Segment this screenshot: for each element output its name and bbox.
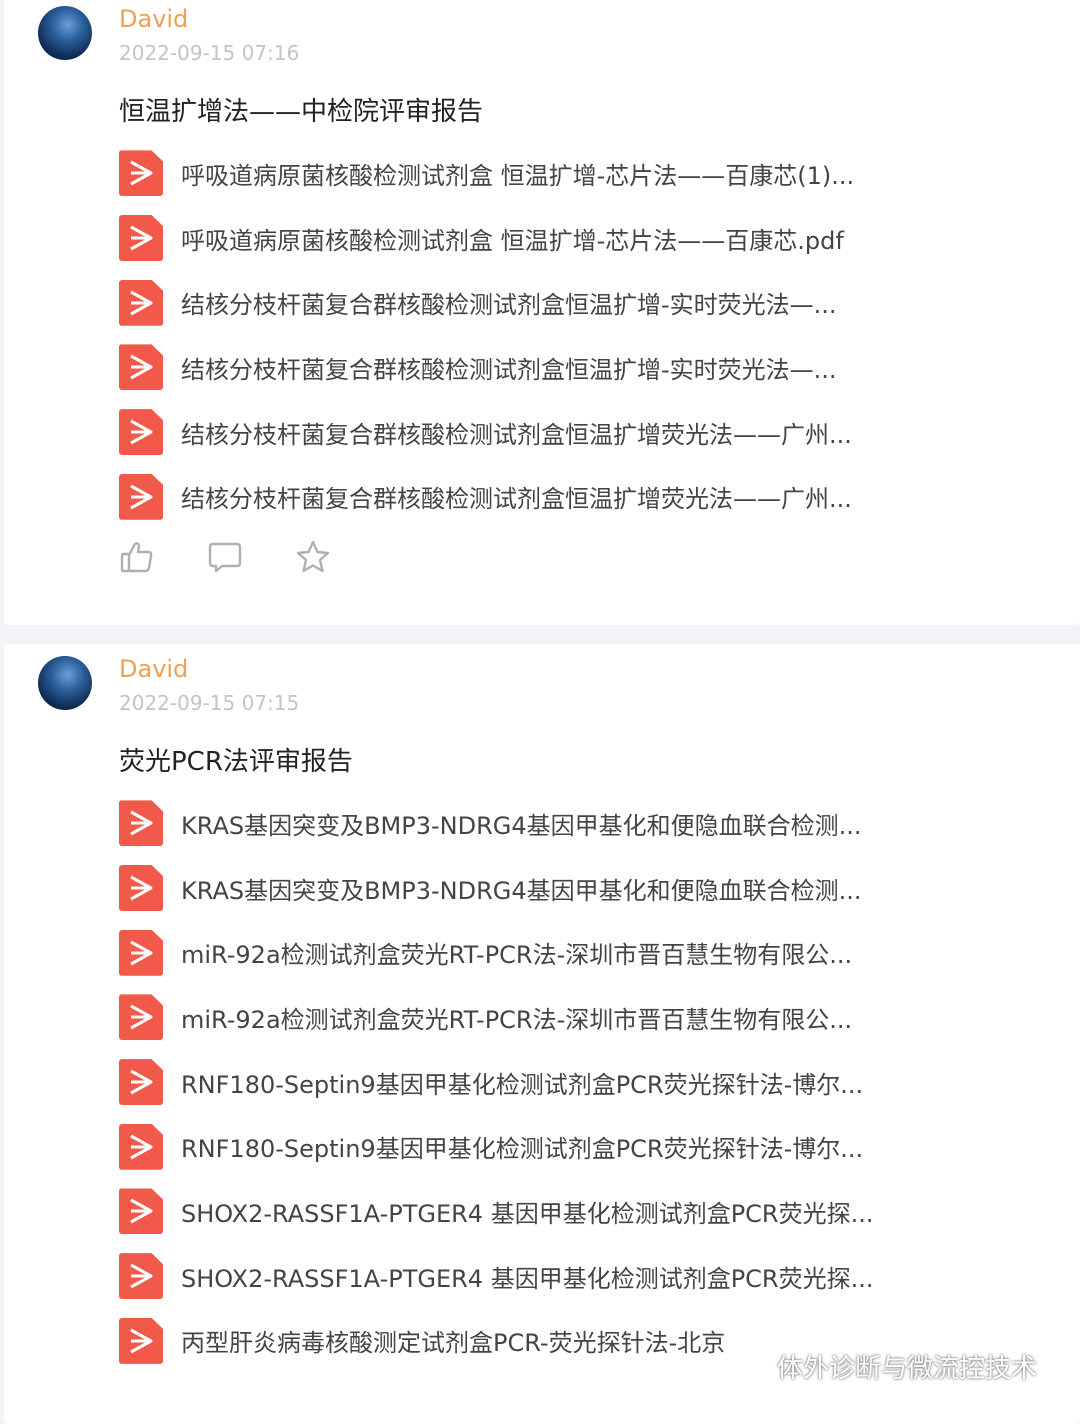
file-item[interactable]: 结核分枝杆菌复合群核酸检测试剂盒恒温扩增荧光法——广州... bbox=[119, 464, 1019, 529]
author-name[interactable]: David bbox=[119, 5, 188, 33]
watermark-text: 体外诊断与微流控技术 bbox=[777, 1354, 1038, 1384]
file-name: 结核分枝杆菌复合群核酸检测试剂盒恒温扩增-实时荧光法—... bbox=[181, 355, 837, 384]
post-card: David 2022-09-15 07:15 荧光PCR法评审报告 KRAS基因… bbox=[4, 644, 1080, 1424]
file-name: 结核分枝杆菌复合群核酸检测试剂盒恒温扩增荧光法——广州... bbox=[181, 420, 852, 449]
pdf-icon bbox=[119, 215, 163, 262]
file-item[interactable]: RNF180-Septin9基因甲基化检测试剂盒PCR荧光探针法-博尔... bbox=[119, 1050, 1019, 1115]
file-name: miR-92a检测试剂盒荧光RT-PCR法-深圳市晋百慧生物有限公... bbox=[181, 941, 853, 970]
file-name: SHOX2-RASSF1A-PTGER4 基因甲基化检测试剂盒PCR荧光探... bbox=[181, 1199, 874, 1228]
pdf-icon bbox=[119, 865, 163, 912]
pdf-icon bbox=[119, 1059, 163, 1106]
file-list: KRAS基因突变及BMP3-NDRG4基因甲基化和便隐血联合检测... KRAS… bbox=[119, 791, 1019, 1373]
file-name: RNF180-Septin9基因甲基化检测试剂盒PCR荧光探针法-博尔... bbox=[181, 1135, 864, 1164]
file-name: miR-92a检测试剂盒荧光RT-PCR法-深圳市晋百慧生物有限公... bbox=[181, 1005, 853, 1034]
watermark: 体外诊断与微流控技术 bbox=[735, 1348, 1037, 1385]
file-item[interactable]: SHOX2-RASSF1A-PTGER4 基因甲基化检测试剂盒PCR荧光探... bbox=[119, 1179, 1019, 1244]
file-item[interactable]: SHOX2-RASSF1A-PTGER4 基因甲基化检测试剂盒PCR荧光探... bbox=[119, 1244, 1019, 1309]
file-name: 呼吸道病原菌核酸检测试剂盒 恒温扩增-芯片法——百康芯(1)... bbox=[181, 161, 855, 190]
pdf-icon bbox=[119, 800, 163, 847]
post-title: 恒温扩增法——中检院评审报告 bbox=[119, 97, 484, 127]
file-item[interactable]: miR-92a检测试剂盒荧光RT-PCR法-深圳市晋百慧生物有限公... bbox=[119, 985, 1019, 1050]
file-item[interactable]: 呼吸道病原菌核酸检测试剂盒 恒温扩增-芯片法——百康芯.pdf bbox=[119, 206, 1019, 271]
file-name: KRAS基因突变及BMP3-NDRG4基因甲基化和便隐血联合检测... bbox=[181, 811, 862, 840]
file-item[interactable]: RNF180-Septin9基因甲基化检测试剂盒PCR荧光探针法-博尔... bbox=[119, 1114, 1019, 1179]
file-item[interactable]: KRAS基因突变及BMP3-NDRG4基因甲基化和便隐血联合检测... bbox=[119, 791, 1019, 856]
pdf-icon bbox=[119, 929, 163, 976]
pdf-icon bbox=[119, 1253, 163, 1300]
file-item[interactable]: miR-92a检测试剂盒荧光RT-PCR法-深圳市晋百慧生物有限公... bbox=[119, 920, 1019, 985]
file-name: SHOX2-RASSF1A-PTGER4 基因甲基化检测试剂盒PCR荧光探... bbox=[181, 1264, 874, 1293]
comment-icon[interactable] bbox=[207, 539, 243, 575]
pdf-icon bbox=[119, 1123, 163, 1170]
pdf-icon bbox=[119, 1317, 163, 1364]
pdf-icon bbox=[119, 409, 163, 456]
avatar[interactable] bbox=[38, 656, 92, 710]
post-time: 2022-09-15 07:16 bbox=[119, 41, 300, 65]
author-name[interactable]: David bbox=[119, 655, 188, 683]
pdf-icon bbox=[119, 150, 163, 197]
star-icon[interactable] bbox=[295, 539, 331, 575]
pdf-icon bbox=[119, 1188, 163, 1235]
wechat-icon bbox=[736, 1353, 770, 1379]
file-name: 丙型肝炎病毒核酸测定试剂盒PCR-荧光探针法-北京 bbox=[181, 1329, 726, 1358]
pdf-icon bbox=[119, 344, 163, 391]
post-actions bbox=[119, 539, 383, 575]
file-item[interactable]: KRAS基因突变及BMP3-NDRG4基因甲基化和便隐血联合检测... bbox=[119, 856, 1019, 921]
file-item[interactable]: 结核分枝杆菌复合群核酸检测试剂盒恒温扩增-实时荧光法—... bbox=[119, 270, 1019, 335]
pdf-icon bbox=[119, 473, 163, 520]
file-name: 呼吸道病原菌核酸检测试剂盒 恒温扩增-芯片法——百康芯.pdf bbox=[181, 226, 844, 255]
post-card: David 2022-09-15 07:16 恒温扩增法——中检院评审报告 呼吸… bbox=[4, 0, 1080, 625]
like-icon[interactable] bbox=[119, 539, 155, 575]
file-item[interactable]: 结核分枝杆菌复合群核酸检测试剂盒恒温扩增荧光法——广州... bbox=[119, 400, 1019, 465]
pdf-icon bbox=[119, 279, 163, 326]
post-title: 荧光PCR法评审报告 bbox=[119, 747, 353, 777]
file-list: 呼吸道病原菌核酸检测试剂盒 恒温扩增-芯片法——百康芯(1)... 呼吸道病原菌… bbox=[119, 141, 1019, 529]
file-item[interactable]: 呼吸道病原菌核酸检测试剂盒 恒温扩增-芯片法——百康芯(1)... bbox=[119, 141, 1019, 206]
file-item[interactable]: 结核分枝杆菌复合群核酸检测试剂盒恒温扩增-实时荧光法—... bbox=[119, 335, 1019, 400]
file-name: 结核分枝杆菌复合群核酸检测试剂盒恒温扩增-实时荧光法—... bbox=[181, 291, 837, 320]
avatar[interactable] bbox=[38, 6, 92, 60]
pdf-icon bbox=[119, 994, 163, 1041]
file-name: RNF180-Septin9基因甲基化检测试剂盒PCR荧光探针法-博尔... bbox=[181, 1070, 864, 1099]
file-name: KRAS基因突变及BMP3-NDRG4基因甲基化和便隐血联合检测... bbox=[181, 876, 862, 905]
post-time: 2022-09-15 07:15 bbox=[119, 691, 300, 715]
file-name: 结核分枝杆菌复合群核酸检测试剂盒恒温扩增荧光法——广州... bbox=[181, 485, 852, 514]
